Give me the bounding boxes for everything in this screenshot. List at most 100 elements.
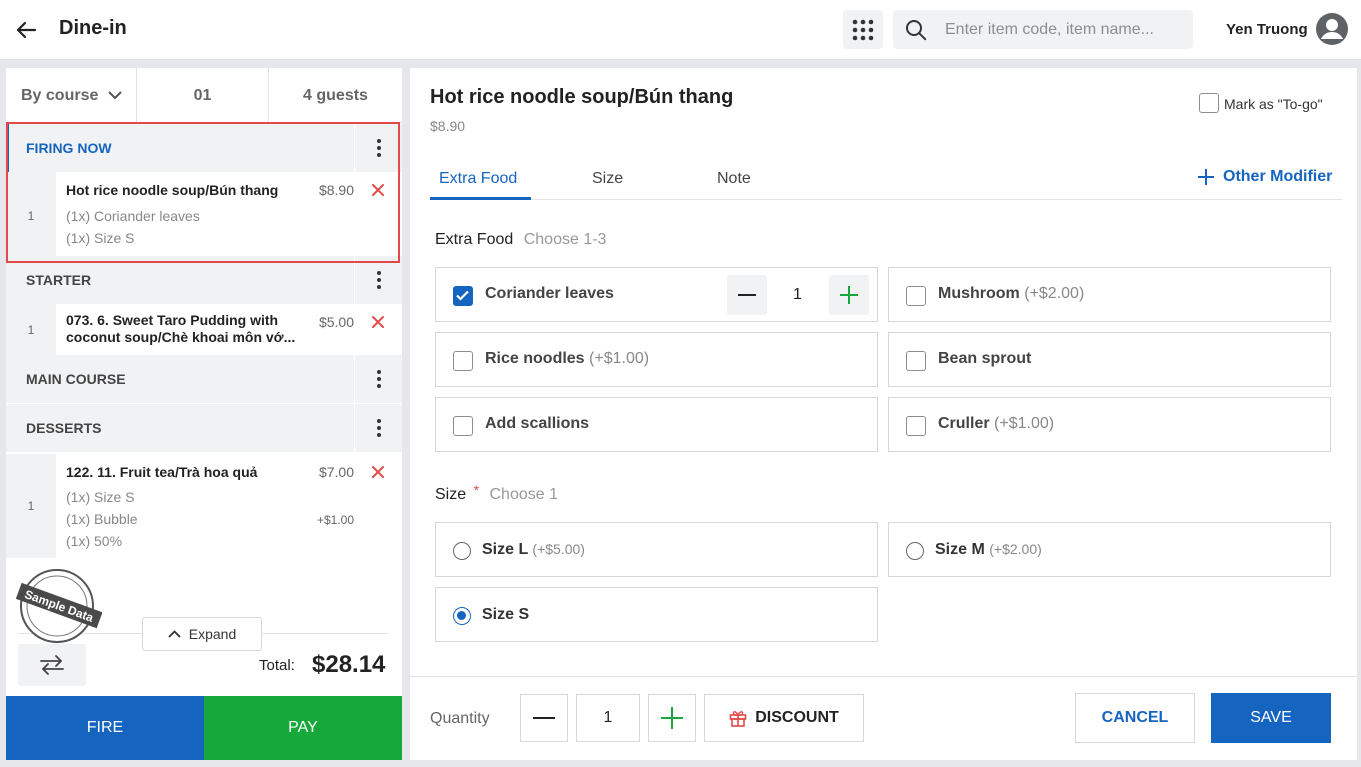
option-size-l[interactable]: Size L (+$5.00) bbox=[435, 522, 878, 577]
fire-button[interactable]: FIRE bbox=[6, 696, 204, 760]
option-label: Add scallions bbox=[485, 415, 590, 432]
item-modifier: (1x) 50% bbox=[66, 533, 123, 549]
course-group-starter[interactable]: STARTER bbox=[6, 256, 402, 304]
delete-x-icon[interactable] bbox=[370, 464, 386, 480]
option-rice-noodles[interactable]: Rice noodles (+$1.00) bbox=[435, 332, 878, 387]
order-item-row[interactable]: 1 122. 11. Fruit tea/Trà hoa quả $7.00 (… bbox=[6, 454, 402, 558]
total-value: $28.14 bbox=[312, 651, 386, 678]
option-label: Rice noodles (+$1.00) bbox=[485, 350, 650, 367]
table-number[interactable]: 01 bbox=[137, 68, 269, 123]
quantity-plus-button[interactable] bbox=[648, 694, 696, 742]
save-button[interactable]: SAVE bbox=[1211, 693, 1331, 743]
more-vertical-icon bbox=[376, 370, 381, 388]
course-group-label: DESSERTS bbox=[26, 420, 102, 436]
delete-x-icon[interactable] bbox=[370, 314, 386, 330]
group-more-button[interactable] bbox=[354, 355, 402, 403]
course-group-label: STARTER bbox=[26, 272, 92, 288]
option-qty-plus[interactable] bbox=[829, 275, 869, 315]
option-cruller[interactable]: Cruller (+$1.00) bbox=[888, 397, 1331, 452]
avatar[interactable] bbox=[1315, 12, 1349, 46]
option-label: Cruller (+$1.00) bbox=[938, 415, 1055, 432]
option-label: Size L (+$5.00) bbox=[482, 541, 585, 558]
guest-count[interactable]: 4 guests bbox=[269, 68, 402, 123]
togo-label[interactable]: Mark as "To-go" bbox=[1224, 96, 1323, 112]
other-modifier-button[interactable]: Other Modifier bbox=[1197, 168, 1332, 186]
user-name: Yen Truong bbox=[1226, 21, 1308, 38]
chevron-up-icon bbox=[168, 630, 181, 638]
section-title: Size bbox=[435, 486, 467, 503]
plus-icon bbox=[1198, 169, 1214, 185]
tab-note[interactable]: Note bbox=[717, 170, 751, 188]
option-checkbox[interactable] bbox=[906, 416, 926, 436]
item-name: 122. 11. Fruit tea/Trà hoa quả bbox=[66, 464, 258, 480]
chevron-down-icon bbox=[108, 91, 123, 100]
tab-extra-food[interactable]: Extra Food bbox=[439, 170, 517, 188]
section-title: Extra Food bbox=[435, 231, 514, 248]
footer-divider bbox=[410, 676, 1357, 677]
option-checkbox[interactable] bbox=[453, 351, 473, 371]
option-checkbox[interactable] bbox=[906, 351, 926, 371]
option-checkbox[interactable] bbox=[453, 416, 473, 436]
course-group-desserts[interactable]: DESSERTS bbox=[6, 404, 402, 452]
view-mode-dropdown[interactable]: By course bbox=[6, 68, 137, 123]
minus-icon bbox=[738, 294, 756, 296]
togo-checkbox[interactable] bbox=[1199, 93, 1219, 113]
item-qty: 1 bbox=[6, 304, 56, 355]
section-hint: Choose 1 bbox=[489, 486, 558, 503]
back-button[interactable] bbox=[12, 16, 40, 44]
group-more-button[interactable] bbox=[354, 256, 402, 304]
apps-grid-button[interactable] bbox=[843, 10, 883, 49]
tabs-divider bbox=[430, 199, 1342, 200]
option-checkbox[interactable] bbox=[453, 286, 473, 306]
option-price: (+$2.00) bbox=[989, 541, 1042, 557]
item-title: Hot rice noodle soup/Bún thang bbox=[430, 86, 734, 108]
item-price: $7.00 bbox=[318, 464, 354, 480]
option-label: Size S bbox=[482, 606, 530, 623]
group-more-button[interactable] bbox=[354, 404, 402, 452]
search-icon bbox=[906, 20, 927, 41]
expand-button[interactable]: Expand bbox=[142, 617, 262, 651]
option-radio[interactable] bbox=[906, 542, 924, 560]
option-qty-minus[interactable] bbox=[727, 275, 767, 315]
option-mushroom[interactable]: Mushroom (+$2.00) bbox=[888, 267, 1331, 322]
transfer-button[interactable] bbox=[18, 644, 86, 686]
active-tab-indicator bbox=[430, 197, 531, 200]
tab-size[interactable]: Size bbox=[592, 170, 623, 188]
arrow-left-icon bbox=[16, 21, 37, 39]
more-vertical-icon bbox=[376, 271, 381, 289]
option-add-scallions[interactable]: Add scallions bbox=[435, 397, 878, 452]
option-qty-value: 1 bbox=[793, 286, 802, 303]
cancel-button[interactable]: CANCEL bbox=[1075, 693, 1195, 743]
other-modifier-label: Other Modifier bbox=[1223, 168, 1333, 185]
minus-icon bbox=[533, 717, 555, 719]
order-tabs: By course 01 4 guests bbox=[6, 68, 402, 123]
user-avatar-icon bbox=[1316, 13, 1348, 45]
discount-button[interactable]: DISCOUNT bbox=[704, 694, 864, 742]
quantity-input[interactable] bbox=[576, 694, 640, 742]
option-checkbox[interactable] bbox=[906, 286, 926, 306]
pay-button[interactable]: PAY bbox=[204, 696, 402, 760]
discount-label: DISCOUNT bbox=[755, 709, 839, 726]
option-price: (+$5.00) bbox=[532, 541, 585, 557]
item-base-price: $8.90 bbox=[430, 118, 466, 134]
course-group-main-course[interactable]: MAIN COURSE bbox=[6, 355, 402, 403]
page-title: Dine-in bbox=[59, 17, 127, 39]
option-price: (+$2.00) bbox=[1024, 285, 1085, 302]
option-coriander-leaves[interactable]: Coriander leaves 1 bbox=[435, 267, 878, 322]
order-item-row[interactable]: 1 073. 6. Sweet Taro Pudding with coconu… bbox=[6, 304, 402, 355]
quantity-label: Quantity bbox=[430, 710, 490, 727]
plus-icon bbox=[840, 286, 858, 304]
option-radio[interactable] bbox=[453, 542, 471, 560]
search-input[interactable] bbox=[945, 10, 1185, 49]
item-modifier: (1x) Bubble bbox=[66, 511, 138, 527]
option-radio[interactable] bbox=[453, 607, 471, 625]
gift-icon bbox=[729, 711, 747, 727]
item-modifier-price: +$1.00 bbox=[316, 513, 354, 527]
option-bean-sprout[interactable]: Bean sprout bbox=[888, 332, 1331, 387]
option-size-m[interactable]: Size M (+$2.00) bbox=[888, 522, 1331, 577]
option-price: (+$1.00) bbox=[994, 415, 1055, 432]
option-size-s[interactable]: Size S bbox=[435, 587, 878, 642]
item-modifier: (1x) Size S bbox=[66, 489, 135, 505]
course-group-label: MAIN COURSE bbox=[26, 371, 126, 387]
quantity-minus-button[interactable] bbox=[520, 694, 568, 742]
